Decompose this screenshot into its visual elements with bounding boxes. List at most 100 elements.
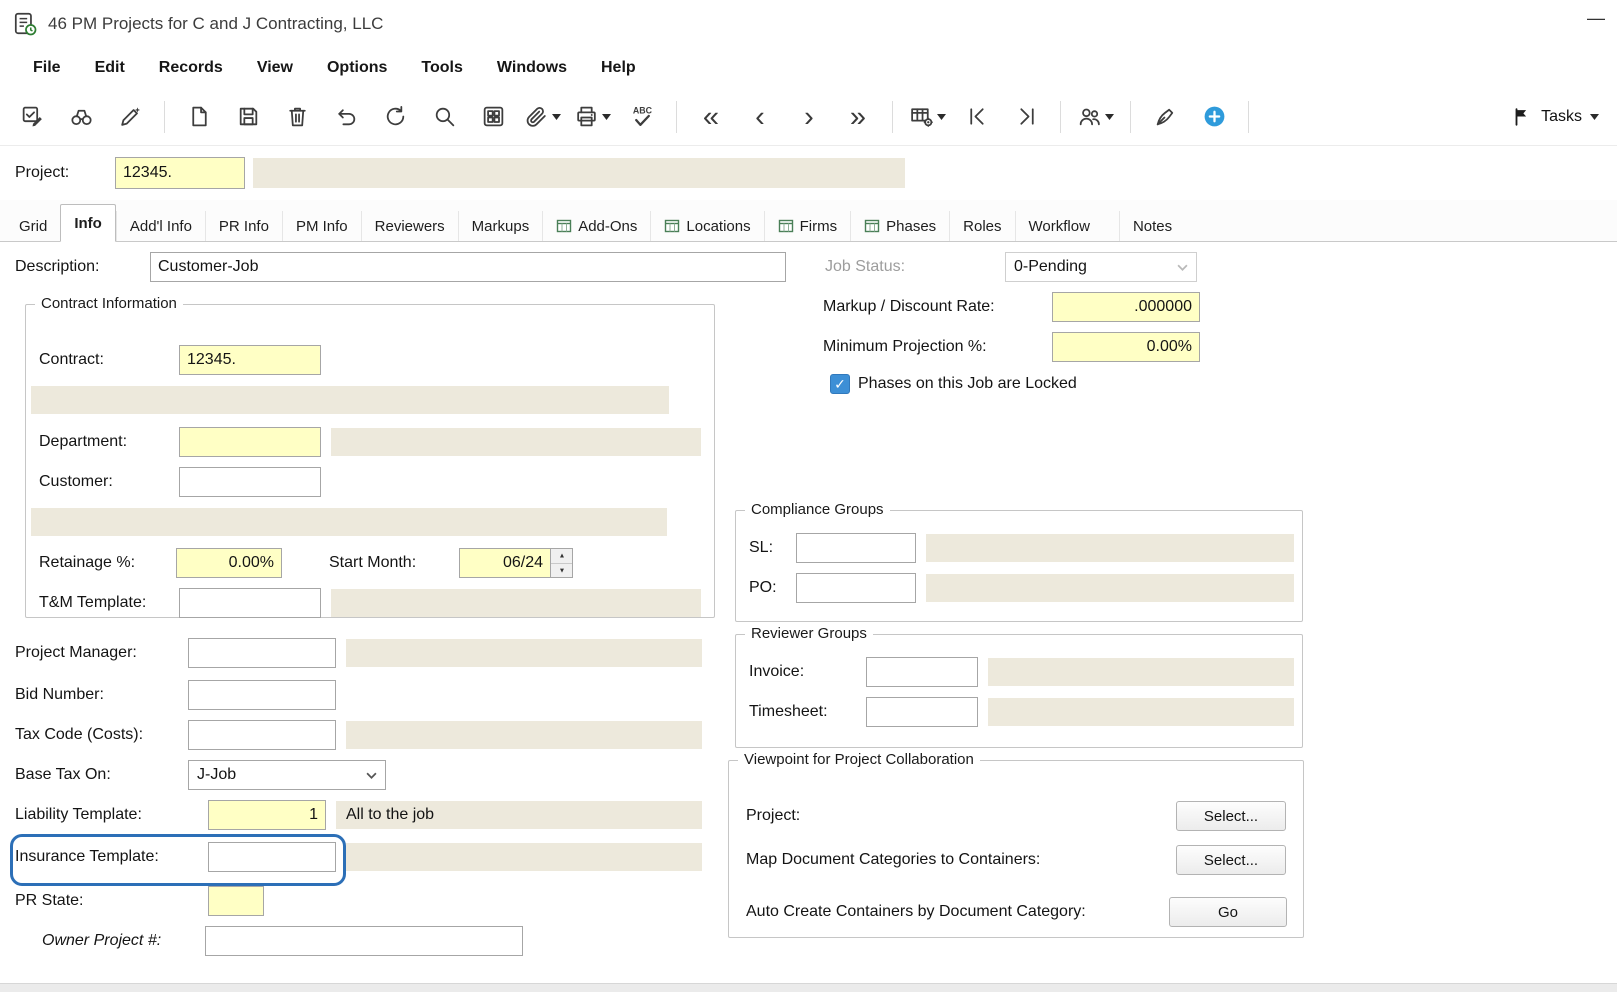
- tax-code-input[interactable]: [188, 720, 336, 750]
- base-tax-on-label: Base Tax On:: [15, 766, 111, 783]
- calculator-button[interactable]: [473, 96, 513, 138]
- find-button[interactable]: [61, 96, 101, 138]
- customer-label: Customer:: [39, 473, 113, 490]
- refresh-button[interactable]: [375, 96, 415, 138]
- select-map-categories-button[interactable]: Select...: [1176, 845, 1286, 875]
- tab-pr-info[interactable]: PR Info: [204, 211, 282, 241]
- liability-template-input[interactable]: [208, 800, 326, 830]
- start-month-input[interactable]: [459, 548, 551, 578]
- tab-label: Workflow: [1028, 217, 1090, 235]
- owner-project-input[interactable]: [205, 926, 523, 956]
- tab-notes[interactable]: Notes: [1118, 211, 1185, 241]
- tm-template-input[interactable]: [179, 588, 321, 618]
- tab-pm-info[interactable]: PM Info: [281, 211, 361, 241]
- grid-settings-icon: [911, 108, 933, 127]
- chevron-down-icon: [1177, 264, 1188, 271]
- invoice-input[interactable]: [866, 657, 978, 687]
- tab-label: Phases: [886, 217, 937, 235]
- toolbar-separator: [676, 100, 677, 133]
- undo-button[interactable]: [326, 96, 366, 138]
- tab-firms[interactable]: Firms: [763, 211, 851, 241]
- print-button[interactable]: [572, 96, 613, 138]
- menu-file[interactable]: File: [16, 48, 78, 88]
- project-bar: Project:: [0, 146, 1617, 200]
- printer-icon: [577, 106, 596, 127]
- job-status-value: 0-Pending: [1014, 258, 1087, 275]
- tasks-button[interactable]: Tasks: [1505, 105, 1605, 129]
- grid-options-button[interactable]: [907, 96, 948, 138]
- menu-edit[interactable]: Edit: [78, 48, 142, 88]
- menu-view[interactable]: View: [240, 48, 310, 88]
- menu-windows[interactable]: Windows: [480, 48, 584, 88]
- form-edit-button[interactable]: [12, 96, 52, 138]
- viewpoint-collaboration-group: Viewpoint for Project Collaboration Proj…: [728, 750, 1304, 938]
- insurance-template-label: Insurance Template:: [15, 848, 159, 865]
- tab-label: Locations: [686, 217, 751, 235]
- new-record-button[interactable]: [179, 96, 219, 138]
- bid-number-input[interactable]: [188, 680, 336, 710]
- tab-reviewers[interactable]: Reviewers: [360, 211, 458, 241]
- chevron-down-icon[interactable]: [937, 113, 946, 120]
- tab-addl-info[interactable]: Add'l Info: [115, 211, 205, 241]
- chevron-down-icon[interactable]: [1105, 113, 1114, 120]
- sl-input[interactable]: [796, 533, 916, 563]
- double-chevron-left-icon: «: [702, 100, 720, 133]
- tab-phases[interactable]: Phases: [850, 211, 949, 241]
- contract-input[interactable]: [179, 345, 321, 375]
- tab-markups[interactable]: Markups: [457, 211, 543, 241]
- markup-rate-input[interactable]: [1052, 292, 1200, 322]
- delete-button[interactable]: [277, 96, 317, 138]
- tab-label: Roles: [963, 217, 1002, 235]
- tab-info[interactable]: Info: [60, 204, 116, 242]
- description-input[interactable]: [150, 252, 786, 282]
- menu-help[interactable]: Help: [584, 48, 653, 88]
- tab-workflow[interactable]: Workflow: [1014, 211, 1103, 241]
- phases-locked-checkbox[interactable]: [830, 374, 850, 394]
- department-input[interactable]: [179, 427, 321, 457]
- liability-template-description-field: All to the job: [336, 801, 702, 829]
- nav-first-group-button[interactable]: «: [691, 96, 731, 138]
- tab-roles[interactable]: Roles: [949, 211, 1014, 241]
- min-projection-input[interactable]: [1052, 332, 1200, 362]
- nav-prev-group-button[interactable]: ‹: [740, 96, 780, 138]
- save-button[interactable]: [228, 96, 268, 138]
- signature-button[interactable]: [1145, 96, 1185, 138]
- minimize-button[interactable]: —: [1581, 8, 1611, 29]
- customer-input[interactable]: [179, 467, 321, 497]
- chevron-down-icon[interactable]: [602, 113, 611, 120]
- tab-add-ons[interactable]: Add-Ons: [542, 211, 650, 241]
- add-button[interactable]: [1194, 96, 1234, 138]
- first-record-button[interactable]: [957, 96, 997, 138]
- spellcheck-button[interactable]: ABC: [622, 96, 662, 138]
- retainage-input[interactable]: [176, 548, 282, 578]
- select-project-button[interactable]: Select...: [1176, 801, 1286, 831]
- spinner-up-icon[interactable]: [551, 549, 572, 564]
- pr-state-input[interactable]: [208, 886, 264, 916]
- po-input[interactable]: [796, 573, 916, 603]
- search-button[interactable]: [424, 96, 464, 138]
- users-button[interactable]: [1075, 96, 1116, 138]
- tab-locations[interactable]: Locations: [650, 211, 763, 241]
- job-status-select[interactable]: 0-Pending: [1005, 252, 1197, 282]
- bid-number-label: Bid Number:: [15, 686, 104, 703]
- nav-last-group-button[interactable]: »: [838, 96, 878, 138]
- contract-description-field: [31, 386, 669, 414]
- tab-grid[interactable]: Grid: [6, 211, 60, 241]
- auto-create-go-button[interactable]: Go: [1169, 897, 1287, 927]
- project-manager-input[interactable]: [188, 638, 336, 668]
- menu-options[interactable]: Options: [310, 48, 404, 88]
- nav-next-group-button[interactable]: ›: [789, 96, 829, 138]
- spinner-down-icon[interactable]: [551, 564, 572, 578]
- sl-description-field: [926, 534, 1294, 562]
- attachments-button[interactable]: [522, 96, 563, 138]
- chevron-down-icon[interactable]: [552, 113, 561, 120]
- base-tax-on-select[interactable]: J-Job: [188, 760, 386, 790]
- insurance-template-input[interactable]: [208, 842, 336, 872]
- timesheet-input[interactable]: [866, 697, 978, 727]
- field-tools-button[interactable]: [110, 96, 150, 138]
- menu-records[interactable]: Records: [142, 48, 240, 88]
- menu-tools[interactable]: Tools: [404, 48, 479, 88]
- tab-label: Info: [74, 214, 102, 232]
- project-input[interactable]: [115, 157, 245, 189]
- last-record-button[interactable]: [1006, 96, 1046, 138]
